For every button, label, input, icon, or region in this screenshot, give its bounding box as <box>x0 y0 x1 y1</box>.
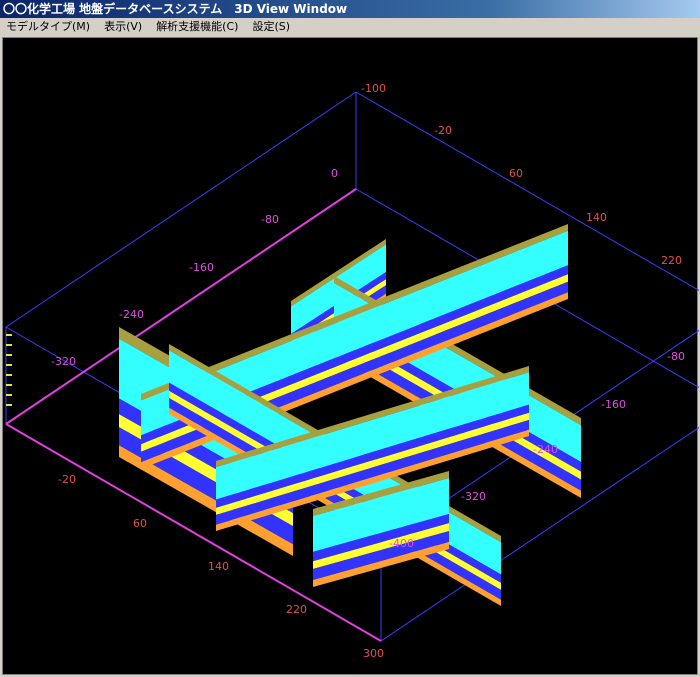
axis-label: 60 <box>133 517 147 530</box>
axis-label: -100 <box>361 82 386 95</box>
menu-view[interactable]: 表示(V) <box>104 18 142 36</box>
depth-ruler <box>6 334 12 406</box>
menu-analysis[interactable]: 解析支援機能(C) <box>156 18 238 36</box>
axis-label: -20 <box>58 473 76 486</box>
axis-label: 0 <box>331 167 338 180</box>
axis-label: 140 <box>586 211 607 224</box>
axis-label: 220 <box>661 254 682 267</box>
axis-label: -80 <box>667 350 685 363</box>
3d-viewport[interactable]: -100 0 -80 -160 -240 -320 -20 60 140 220… <box>2 37 699 676</box>
axis-label: 220 <box>286 603 307 616</box>
menu-settings[interactable]: 設定(S) <box>252 18 290 36</box>
3d-scene[interactable]: -100 0 -80 -160 -240 -320 -20 60 140 220… <box>3 38 699 676</box>
axis-label: 300 <box>363 647 384 660</box>
axis-label: -80 <box>261 213 279 226</box>
axis-label: -320 <box>51 355 76 368</box>
axis-label: 60 <box>509 167 523 180</box>
axis-label: -400 <box>389 537 414 550</box>
axis-label: -20 <box>434 124 452 137</box>
title-bar: 〇〇化学工場 地盤データベースシステム 3D View Window <box>0 0 700 18</box>
menu-bar: モデルタイプ(M) 表示(V) 解析支援機能(C) 設定(S) <box>0 18 700 36</box>
axis-label: -320 <box>461 490 486 503</box>
axis-label: -240 <box>119 308 144 321</box>
axis-label: 140 <box>208 560 229 573</box>
axis-label: -160 <box>189 261 214 274</box>
geologic-fence-panels <box>119 224 581 606</box>
box-edge <box>5 91 357 328</box>
axis-label: -240 <box>533 443 558 456</box>
axis-label: -160 <box>601 398 626 411</box>
menu-model-type[interactable]: モデルタイプ(M) <box>6 18 90 36</box>
